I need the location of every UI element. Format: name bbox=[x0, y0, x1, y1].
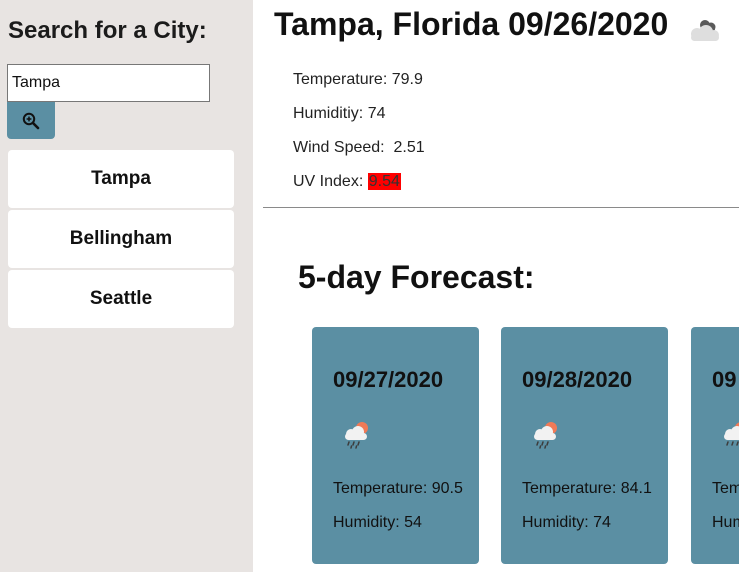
humidity-label: Humiditiy: bbox=[293, 105, 364, 122]
forecast-temperature: Tem bbox=[712, 480, 739, 497]
forecast-title: 5-day Forecast: bbox=[298, 259, 535, 295]
uv-index-value: 9.54 bbox=[367, 173, 401, 190]
rain-sun-icon bbox=[534, 422, 557, 449]
wind-speed-label: Wind Speed: bbox=[293, 139, 385, 156]
temperature-row: Temperature: 79.9 bbox=[293, 70, 425, 104]
city-item-bellingham[interactable]: Bellingham bbox=[8, 210, 234, 268]
search-zoom-icon bbox=[22, 112, 40, 129]
uv-index-row: UV Index: 9.54 bbox=[293, 172, 425, 206]
forecast-date: 09/28/2020 bbox=[522, 367, 633, 392]
temperature-value: 79.9 bbox=[391, 71, 423, 88]
forecast-card: 09/27/2020 Temperature: 90.5 Humidity: 5… bbox=[312, 327, 479, 564]
current-city-header: Tampa, Florida 09/26/2020 bbox=[274, 6, 669, 42]
city-item-tampa[interactable]: Tampa bbox=[8, 150, 234, 208]
temperature-label: Temperature: bbox=[293, 71, 388, 88]
forecast-humidity: Humidity: 54 bbox=[333, 514, 422, 531]
forecast-date: 09/27/2020 bbox=[333, 367, 444, 392]
city-item-seattle[interactable]: Seattle bbox=[8, 270, 234, 328]
wind-speed-row: Wind Speed: 2.51 bbox=[293, 138, 425, 172]
humidity-value: 74 bbox=[367, 105, 386, 122]
search-input[interactable] bbox=[7, 64, 210, 102]
forecast-date: 09 bbox=[712, 367, 737, 392]
rain-sun-icon bbox=[345, 422, 368, 449]
search-button[interactable] bbox=[7, 102, 55, 139]
divider bbox=[263, 207, 739, 208]
forecast-temperature: Temperature: 90.5 bbox=[333, 480, 463, 497]
forecast-card: 09 Tem Hum bbox=[691, 327, 739, 564]
current-stats: Temperature: 79.9 Humiditiy: 74 Wind Spe… bbox=[293, 70, 425, 206]
forecast-humidity: Humidity: 74 bbox=[522, 514, 611, 531]
cloudy-icon bbox=[691, 20, 719, 41]
wind-speed-value: 2.51 bbox=[393, 139, 425, 156]
humidity-row: Humiditiy: 74 bbox=[293, 104, 425, 138]
forecast-temperature: Temperature: 84.1 bbox=[522, 480, 652, 497]
rain-sun-icon bbox=[724, 422, 739, 446]
search-title: Search for a City: bbox=[8, 17, 207, 44]
uv-index-label: UV Index: bbox=[293, 173, 364, 190]
main-content: Tampa, Florida 09/26/2020 Temperature: 7… bbox=[253, 0, 739, 572]
city-history-list: Tampa Bellingham Seattle bbox=[8, 150, 234, 330]
forecast-humidity: Hum bbox=[712, 514, 739, 531]
sidebar: Search for a City: Tampa Bellingham Seat… bbox=[0, 0, 253, 572]
forecast-card: 09/28/2020 Temperature: 84.1 Humidity: 7… bbox=[501, 327, 668, 564]
